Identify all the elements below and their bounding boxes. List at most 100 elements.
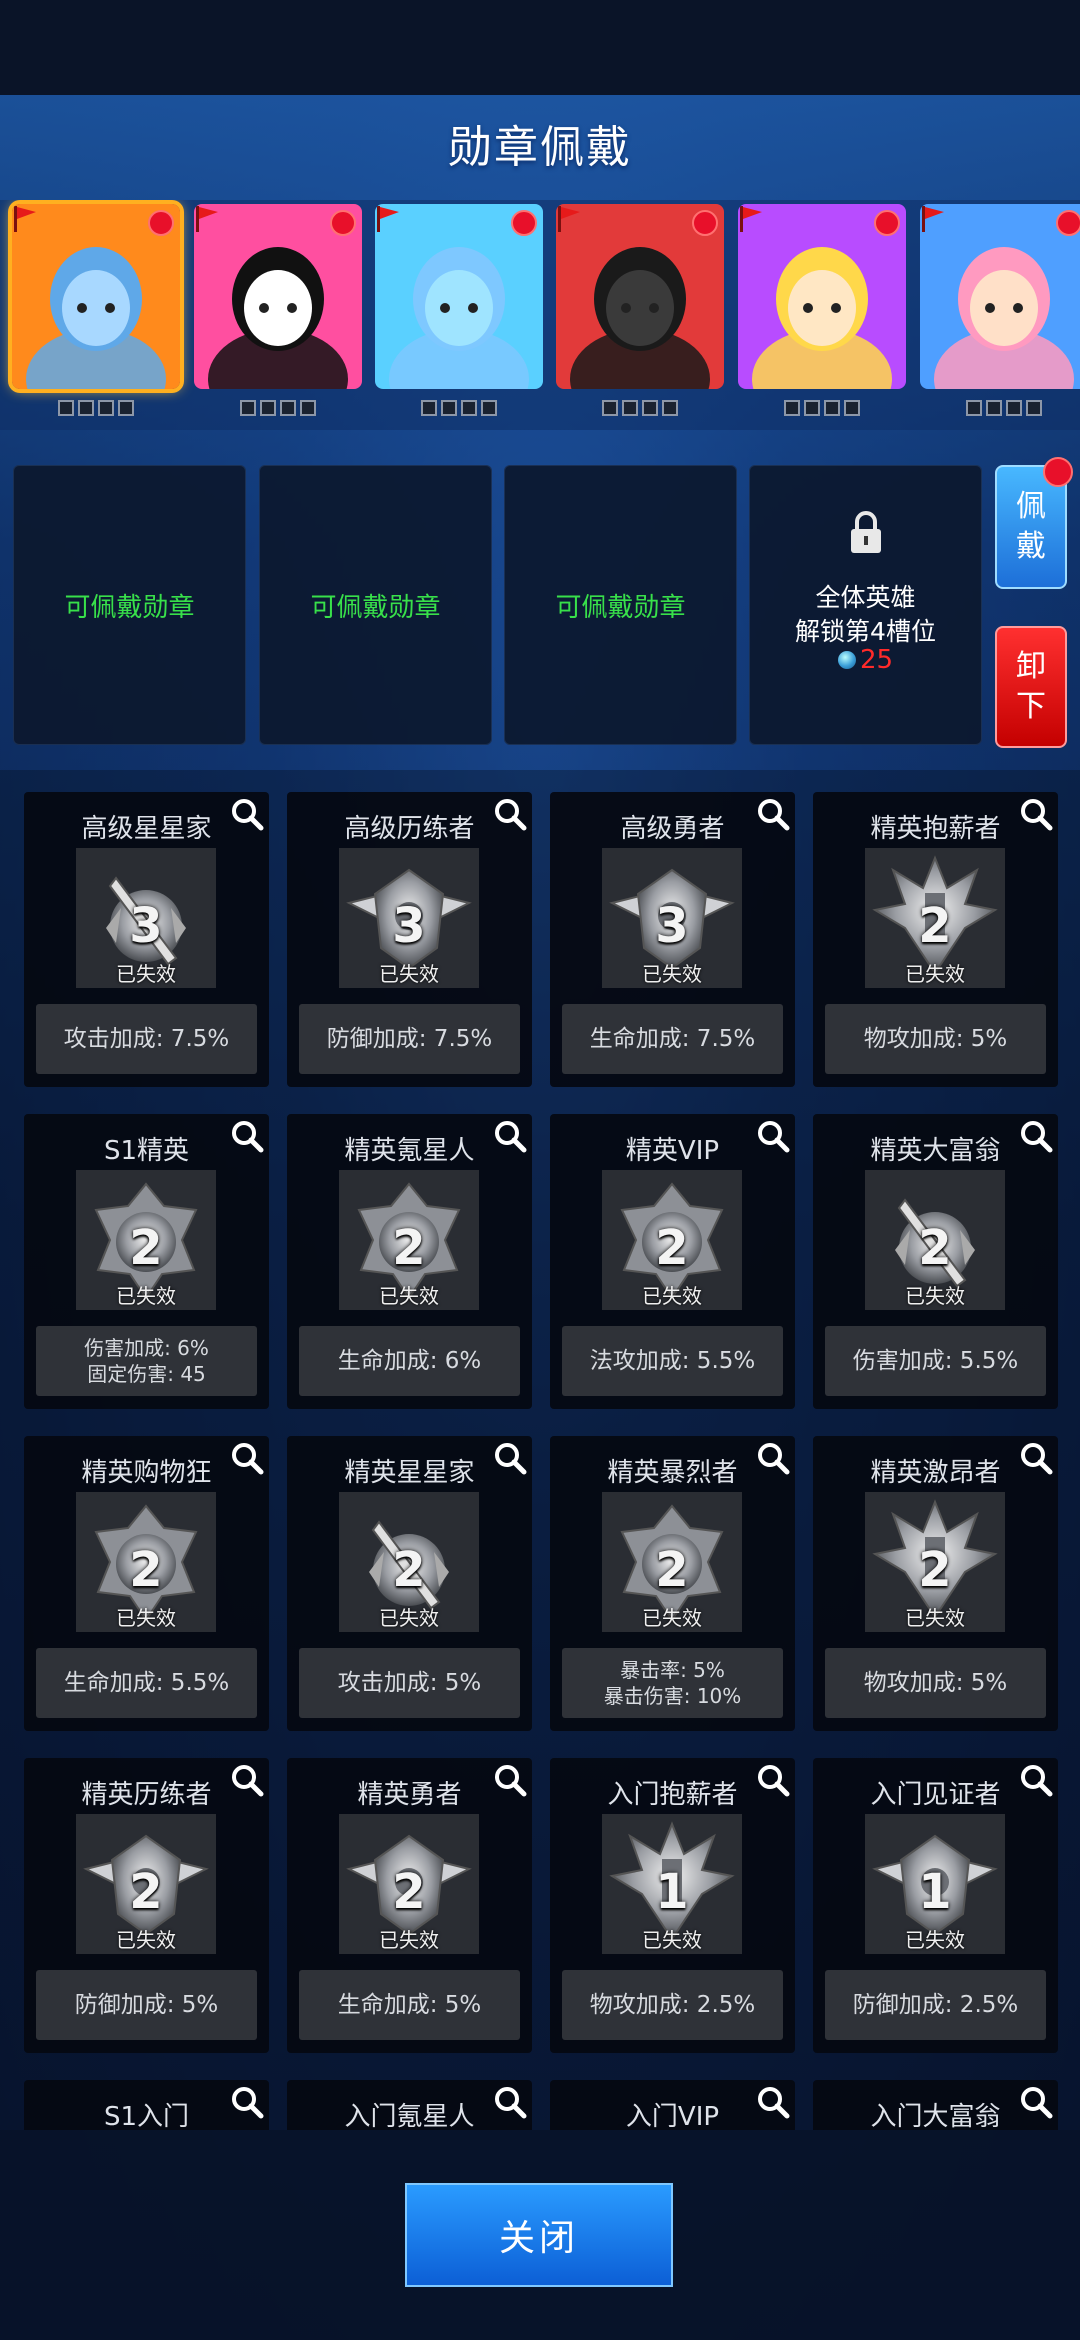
medal-emblem: 2 已失效 xyxy=(339,1170,479,1310)
hero-medal-pips xyxy=(738,400,906,420)
medal-card[interactable]: 入门见证者 1 已失效 防御加成: 2.5% xyxy=(813,1758,1058,2053)
magnifier-icon[interactable] xyxy=(1018,1440,1054,1476)
wear-button[interactable]: 佩戴 xyxy=(995,457,1073,589)
medal-emblem: 2 已失效 xyxy=(865,848,1005,988)
medal-slot-3[interactable]: 可佩戴勋章 xyxy=(504,465,737,745)
medal-card[interactable]: 高级星星家 3 已失效 攻击加成: 7.5% xyxy=(24,792,269,1087)
magnifier-icon[interactable] xyxy=(229,2084,265,2120)
hero-blue-hair-girl[interactable] xyxy=(12,204,180,389)
unlock-cost-value: 25 xyxy=(859,645,894,675)
medal-tier: 2 xyxy=(918,1542,952,1598)
flag-icon xyxy=(558,206,580,232)
medal-pip xyxy=(461,400,477,416)
medal-card[interactable]: 高级勇者 3 已失效 生命加成: 7.5% xyxy=(550,792,795,1087)
magnifier-icon[interactable] xyxy=(1018,1762,1054,1798)
medal-emblem: 2 已失效 xyxy=(602,1492,742,1632)
magnifier-icon[interactable] xyxy=(1018,2084,1054,2120)
medal-stat-box: 生命加成: 7.5% xyxy=(562,1004,783,1074)
medal-card[interactable]: 高级历练者 3 已失效 防御加成: 7.5% xyxy=(287,792,532,1087)
magnifier-icon[interactable] xyxy=(492,796,528,832)
magnifier-icon[interactable] xyxy=(492,1440,528,1476)
lock-icon xyxy=(851,511,881,553)
magnifier-icon[interactable] xyxy=(755,1118,791,1154)
medal-emblem: 3 已失效 xyxy=(76,848,216,988)
unlock-slot-text: 解锁第4槽位 xyxy=(795,617,936,646)
hero-blonde-elf[interactable] xyxy=(738,204,906,389)
medal-status: 已失效 xyxy=(905,1928,965,1952)
medal-pip xyxy=(804,400,820,416)
medal-card[interactable]: 入门抱薪者 1 已失效 物攻加成: 2.5% xyxy=(550,1758,795,2053)
medal-pip xyxy=(421,400,437,416)
magnifier-icon[interactable] xyxy=(492,1118,528,1154)
medal-slot-2[interactable]: 可佩戴勋章 xyxy=(259,465,492,745)
notification-dot xyxy=(511,210,537,236)
medal-card[interactable]: 精英激昂者 2 已失效 物攻加成: 5% xyxy=(813,1436,1058,1731)
hero-pink-detective[interactable] xyxy=(920,204,1080,389)
medal-emblem: 2 已失效 xyxy=(865,1492,1005,1632)
medal-card[interactable]: 入门氪星人 xyxy=(287,2080,532,2130)
medal-status: 已失效 xyxy=(642,1928,702,1952)
medal-card[interactable]: 精英勇者 2 已失效 生命加成: 5% xyxy=(287,1758,532,2053)
hero-selector xyxy=(0,200,1080,430)
medal-pip xyxy=(118,400,134,416)
medal-card[interactable]: 精英抱薪者 2 已失效 物攻加成: 5% xyxy=(813,792,1058,1087)
magnifier-icon[interactable] xyxy=(229,1440,265,1476)
remove-button[interactable]: 卸下 xyxy=(995,626,1067,748)
hero-dark-knight[interactable] xyxy=(556,204,724,389)
close-button[interactable]: 关闭 xyxy=(405,2183,673,2287)
unlock-cost: 25 xyxy=(749,645,982,675)
hero-blue-narwhal[interactable] xyxy=(375,204,543,389)
medal-tier: 1 xyxy=(918,1864,952,1920)
magnifier-icon[interactable] xyxy=(229,1118,265,1154)
magnifier-icon[interactable] xyxy=(229,796,265,832)
medal-stat-line: 攻击加成: 5% xyxy=(337,1670,482,1696)
medal-pip xyxy=(966,400,982,416)
magnifier-icon[interactable] xyxy=(755,1440,791,1476)
medal-stat-line: 生命加成: 5% xyxy=(337,1992,482,2018)
magnifier-icon[interactable] xyxy=(229,1762,265,1798)
medal-stat-box: 生命加成: 5.5% xyxy=(36,1648,257,1718)
medal-card[interactable]: 精英大富翁 2 已失效 伤害加成: 5.5% xyxy=(813,1114,1058,1409)
medal-card[interactable]: S1精英 2 已失效 伤害加成: 6% 固定伤害: 45 xyxy=(24,1114,269,1409)
medal-stat-line: 攻击加成: 7.5% xyxy=(63,1026,230,1052)
medal-status: 已失效 xyxy=(116,1606,176,1630)
hero-black-cat-cube[interactable] xyxy=(194,204,362,389)
medal-emblem: 2 已失效 xyxy=(865,1170,1005,1310)
magnifier-icon[interactable] xyxy=(1018,796,1054,832)
medal-card[interactable]: 入门大富翁 xyxy=(813,2080,1058,2130)
medal-tier: 2 xyxy=(129,1542,163,1598)
medal-emblem: 2 已失效 xyxy=(76,1170,216,1310)
wear-button-label: 佩戴 xyxy=(1016,489,1046,564)
magnifier-icon[interactable] xyxy=(492,1762,528,1798)
medal-card[interactable]: 精英历练者 2 已失效 防御加成: 5% xyxy=(24,1758,269,2053)
medal-slot-4-locked[interactable]: 全体英雄 解锁第4槽位 25 xyxy=(749,465,982,745)
medal-card[interactable]: 入门VIP xyxy=(550,2080,795,2130)
medal-emblem: 3 已失效 xyxy=(339,848,479,988)
medal-stat-line: 法攻加成: 5.5% xyxy=(589,1348,756,1374)
medal-stat-box: 生命加成: 6% xyxy=(299,1326,520,1396)
medal-tier: 3 xyxy=(392,898,426,954)
medal-card[interactable]: 精英氪星人 2 已失效 生命加成: 6% xyxy=(287,1114,532,1409)
medal-status: 已失效 xyxy=(116,1928,176,1952)
magnifier-icon[interactable] xyxy=(755,2084,791,2120)
medal-pip xyxy=(280,400,296,416)
medal-card[interactable]: 精英VIP 2 已失效 法攻加成: 5.5% xyxy=(550,1114,795,1409)
medal-emblem: 2 已失效 xyxy=(76,1492,216,1632)
medal-stat-line: 物攻加成: 5% xyxy=(863,1026,1008,1052)
close-button-label: 关闭 xyxy=(498,2218,579,2259)
medal-card[interactable]: 精英购物狂 2 已失效 生命加成: 5.5% xyxy=(24,1436,269,1731)
magnifier-icon[interactable] xyxy=(755,796,791,832)
medal-card[interactable]: 精英星星家 2 已失效 攻击加成: 5% xyxy=(287,1436,532,1731)
medal-status: 已失效 xyxy=(905,962,965,986)
medal-tier: 2 xyxy=(129,1220,163,1276)
magnifier-icon[interactable] xyxy=(492,2084,528,2120)
medal-stat-box: 防御加成: 7.5% xyxy=(299,1004,520,1074)
medal-stat-box: 物攻加成: 5% xyxy=(825,1004,1046,1074)
medal-slot-1[interactable]: 可佩戴勋章 xyxy=(13,465,246,745)
magnifier-icon[interactable] xyxy=(755,1762,791,1798)
medal-card[interactable]: S1入门 xyxy=(24,2080,269,2130)
medal-stat-box: 物攻加成: 5% xyxy=(825,1648,1046,1718)
medal-card[interactable]: 精英暴烈者 2 已失效 暴击率: 5% 暴击伤害: 10% xyxy=(550,1436,795,1731)
medal-pip xyxy=(642,400,658,416)
magnifier-icon[interactable] xyxy=(1018,1118,1054,1154)
